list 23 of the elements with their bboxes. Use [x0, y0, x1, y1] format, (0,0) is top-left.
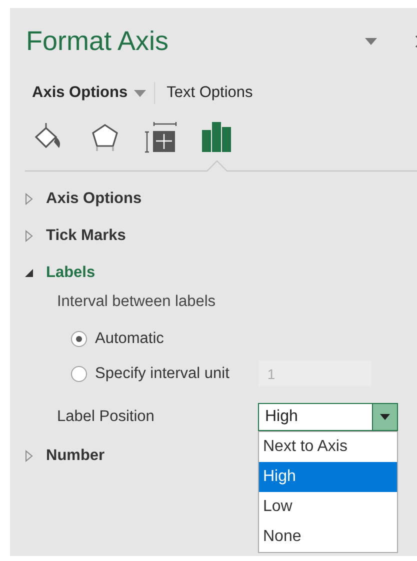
expand-triangle-icon[interactable]: [24, 230, 34, 242]
bar-chart-icon: [200, 120, 234, 154]
radio-label: Specify interval unit: [95, 364, 230, 382]
interval-heading: Interval between labels: [57, 293, 217, 311]
pane-title: Format Axis: [26, 26, 169, 56]
pane-menu-caret-icon[interactable]: [365, 38, 377, 44]
section-header[interactable]: Tick Marks: [46, 226, 126, 244]
radio-label: Automatic: [95, 330, 164, 348]
dropdown-caret-icon[interactable]: [372, 404, 397, 430]
label-position-select[interactable]: High: [258, 403, 398, 431]
section-header[interactable]: Labels: [46, 264, 96, 282]
option-tab[interactable]: Axis Options: [32, 84, 134, 102]
dropdown-option[interactable]: High: [259, 462, 397, 492]
size-properties-icon: [144, 120, 178, 154]
option-tab[interactable]: Text Options: [166, 84, 259, 102]
expand-triangle-icon[interactable]: [24, 450, 34, 462]
collapse-triangle-icon[interactable]: [24, 268, 34, 278]
section-header[interactable]: Number: [46, 446, 105, 464]
tab-caret-icon[interactable]: [134, 90, 146, 96]
section-header[interactable]: Axis Options: [46, 190, 142, 208]
radio-button[interactable]: [71, 330, 87, 346]
expand-triangle-icon[interactable]: [24, 192, 34, 204]
label-position-label: Label Position: [57, 408, 156, 426]
